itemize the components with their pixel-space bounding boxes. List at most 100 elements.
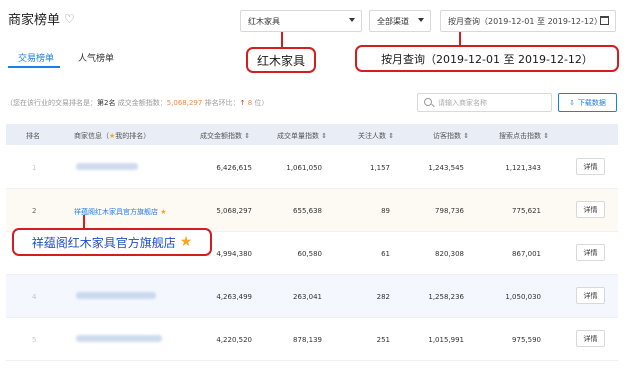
calendar-icon	[600, 16, 609, 25]
table-header: 排名 商家信息（★我的排名） 成交金额指数 ⇕ 成交单量指数 ⇕ 关注人数 ⇕ …	[6, 124, 618, 145]
col-followers[interactable]: 关注人数 ⇕	[358, 131, 394, 141]
row-visitors: 1,258,236	[428, 293, 464, 301]
heart-icon[interactable]: ♡	[64, 12, 75, 26]
row-amount: 4,220,520	[216, 336, 252, 344]
sort-icon: ⇕	[463, 132, 470, 140]
sort-icon: ⇕	[321, 132, 328, 140]
tab-popularity-ranking[interactable]: 人气榜单	[78, 51, 114, 64]
col-merchant-label: 商家信息（	[74, 132, 109, 140]
date-range-callout: 按月查询（2019-12-01 至 2019-12-12）	[355, 45, 619, 72]
table-row: 5 4,220,520 878,139 251 1,015,991 975,59…	[6, 318, 618, 361]
date-range-picker[interactable]: 按月查询（2019-12-01 至 2019-12-12）	[440, 10, 616, 32]
row-followers: 61	[381, 250, 390, 258]
sort-icon: ⇕	[388, 132, 395, 140]
row-count: 1,061,050	[286, 164, 322, 172]
detail-button[interactable]: 详情	[576, 158, 605, 175]
row-followers: 1,157	[369, 164, 390, 172]
detail-button[interactable]: 详情	[576, 201, 605, 218]
row-amount: 5,068,297	[216, 207, 252, 215]
row-rank: 4	[32, 293, 37, 301]
col-amount-label: 成交金额指数	[200, 132, 242, 140]
detail-button[interactable]: 详情	[576, 330, 605, 347]
row-rank: 5	[32, 336, 37, 344]
col-amount[interactable]: 成交金额指数 ⇕	[200, 131, 250, 141]
tab-label: 交易榜单	[18, 54, 55, 64]
row-amount: 4,263,499	[216, 293, 252, 301]
summary-prefix: （您在该行业的交易排名是：	[6, 99, 97, 107]
row-count: 263,041	[293, 293, 322, 301]
row-followers: 89	[381, 207, 390, 215]
col-merchant: 商家信息（★我的排名）	[74, 131, 150, 141]
chevron-down-icon	[418, 18, 424, 22]
store-callout-text: 祥蕴阁红木家具官方旗舰店	[31, 235, 176, 250]
summary-amount: 5,068,297	[166, 99, 203, 107]
chevron-down-icon	[349, 18, 355, 22]
table-row: 4 4,263,499 263,041 282 1,258,236 1,050,…	[6, 275, 618, 318]
table-row: 1 6,426,615 1,061,050 1,157 1,243,545 1,…	[6, 146, 618, 189]
summary-change: 8	[247, 99, 253, 107]
row-visitors: 1,243,545	[428, 164, 464, 172]
sort-icon: ⇕	[244, 132, 251, 140]
sort-icon: ⇕	[543, 132, 550, 140]
row-count: 878,139	[293, 336, 322, 344]
search-placeholder: 请输入商家名称	[438, 98, 487, 107]
search-icon	[424, 98, 432, 106]
detail-button[interactable]: 详情	[576, 287, 605, 304]
summary-change-label: 排名环比：	[204, 99, 240, 107]
row-visitors: 798,736	[435, 207, 464, 215]
callout-pointer	[83, 215, 85, 228]
category-select-value: 红木家具	[248, 16, 280, 26]
download-icon: ⇩	[569, 98, 575, 107]
row-clicks: 1,121,343	[505, 164, 541, 172]
col-count[interactable]: 成交单量指数 ⇕	[277, 131, 327, 141]
category-callout-text: 红木家具	[256, 53, 305, 68]
blurred-merchant-name	[76, 335, 162, 342]
col-count-label: 成交单量指数	[277, 132, 319, 140]
row-amount: 6,426,615	[216, 164, 252, 172]
blurred-merchant-name	[76, 292, 156, 299]
category-callout: 红木家具	[246, 47, 316, 73]
up-arrow-icon: ↑	[239, 99, 246, 107]
row-clicks: 775,621	[512, 207, 541, 215]
col-merchant-suffix: 我的排名）	[115, 132, 151, 140]
download-data-button[interactable]: ⇩ 下载数据	[558, 93, 617, 112]
summary-amount-label: 成交金额指数：	[117, 99, 167, 107]
row-rank: 2	[32, 207, 37, 215]
col-rank: 排名	[26, 132, 40, 140]
store-callout: 祥蕴阁红木家具官方旗舰店 ★	[12, 228, 212, 256]
row-clicks: 1,050,030	[505, 293, 541, 301]
col-clicks-label: 搜索点击指数	[499, 132, 541, 140]
row-count: 655,638	[293, 207, 322, 215]
row-count: 60,580	[297, 250, 323, 258]
row-clicks: 975,590	[512, 336, 541, 344]
tab-label: 人气榜单	[78, 54, 115, 64]
row-clicks: 867,001	[512, 250, 541, 258]
date-range-callout-text: 按月查询（2019-12-01 至 2019-12-12）	[381, 52, 593, 66]
ranking-summary: （您在该行业的交易排名是：第2名 成交金额指数：5,068,297 排名环比：↑…	[6, 98, 268, 108]
channel-select[interactable]: 全部渠道	[369, 10, 431, 32]
merchant-search-input[interactable]: 请输入商家名称	[417, 93, 552, 112]
download-label: 下载数据	[577, 98, 606, 107]
summary-suffix: 位）	[254, 99, 269, 107]
row-visitors: 820,308	[435, 250, 464, 258]
detail-button[interactable]: 详情	[576, 244, 605, 261]
page-title-text: 商家榜单	[8, 13, 61, 28]
row-visitors: 1,015,991	[428, 336, 464, 344]
tab-transaction-ranking[interactable]: 交易榜单	[18, 51, 54, 64]
row-merchant-name[interactable]: 祥蕴阁红木家具官方旗舰店 ★	[74, 207, 167, 217]
col-visitors-label: 访客指数	[433, 132, 461, 140]
row-merchant-text: 祥蕴阁红木家具官方旗舰店	[74, 208, 158, 216]
active-tab-indicator	[8, 66, 60, 68]
star-icon: ★	[160, 208, 167, 216]
date-range-value: 按月查询（2019-12-01 至 2019-12-12）	[448, 16, 603, 26]
callout-pointer	[459, 32, 461, 46]
col-followers-label: 关注人数	[358, 132, 386, 140]
row-followers: 251	[376, 336, 390, 344]
category-select[interactable]: 红木家具	[240, 10, 362, 32]
row-rank: 1	[32, 164, 37, 172]
channel-select-value: 全部渠道	[377, 16, 409, 26]
col-visitors[interactable]: 访客指数 ⇕	[433, 131, 469, 141]
col-clicks[interactable]: 搜索点击指数 ⇕	[499, 131, 549, 141]
blurred-merchant-name	[76, 163, 138, 170]
row-amount: 4,994,380	[216, 250, 252, 258]
